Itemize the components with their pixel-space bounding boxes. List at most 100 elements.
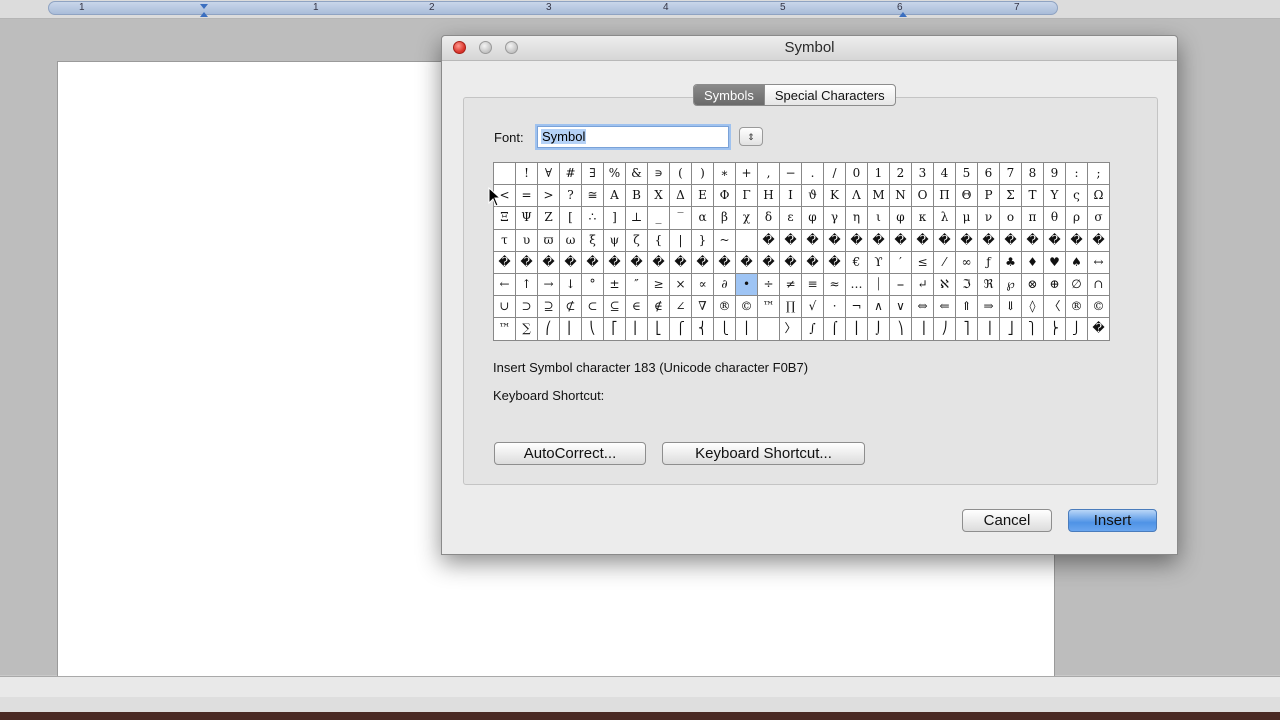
symbol-cell[interactable]: ⊇ [538, 296, 560, 319]
symbol-cell[interactable]: ! [516, 163, 538, 186]
insert-button[interactable]: Insert [1068, 509, 1157, 532]
symbol-cell[interactable]: | [670, 229, 692, 252]
symbol-cell[interactable]: � [846, 229, 868, 252]
symbol-cell[interactable]: Ψ [516, 207, 538, 230]
symbol-cell[interactable]: � [802, 251, 824, 274]
symbol-cell[interactable]: , [758, 163, 780, 186]
symbol-cell[interactable]: ∍ [648, 163, 670, 186]
symbol-cell[interactable]: � [758, 229, 780, 252]
symbol-cell[interactable]: ι [868, 207, 890, 230]
symbol-cell[interactable]: φ [802, 207, 824, 230]
symbol-cell[interactable]: ⎜ [560, 318, 582, 341]
symbol-cell[interactable]: ⋅ [824, 296, 846, 319]
symbol-cell[interactable]: . [802, 163, 824, 186]
symbol-cell[interactable]: � [1066, 229, 1088, 252]
symbol-cell[interactable]: ® [1066, 296, 1088, 319]
symbol-cell[interactable]: ϒ [868, 251, 890, 274]
symbol-cell[interactable]: χ [736, 207, 758, 230]
symbol-cell[interactable]: � [604, 251, 626, 274]
symbol-cell[interactable]: � [824, 251, 846, 274]
symbol-cell[interactable]: ; [1088, 163, 1110, 186]
symbol-cell[interactable]: ℜ [978, 273, 1000, 297]
symbol-cell[interactable]: ⎡ [604, 318, 626, 341]
symbol-cell[interactable]: δ [758, 207, 780, 230]
symbol-cell[interactable]: × [670, 273, 692, 297]
symbol-cell[interactable]: ⎦ [1000, 318, 1022, 341]
symbol-cell[interactable]: � [780, 229, 802, 252]
symbol-cell[interactable]: ∀ [538, 163, 560, 186]
symbol-cell[interactable]: _ [648, 207, 670, 230]
symbol-cell[interactable]: ↔ [1088, 251, 1110, 274]
symbol-cell[interactable]: ← [494, 273, 516, 297]
symbol-cell[interactable]: ∗ [714, 163, 736, 186]
symbol-cell[interactable]: ϖ [538, 229, 560, 252]
symbol-cell[interactable]: ⎬ [1044, 318, 1066, 341]
symbol-cell[interactable]: ⊃ [516, 296, 538, 319]
symbol-cell[interactable]: ♠ [1066, 251, 1088, 274]
symbol-cell[interactable]: � [1022, 229, 1044, 252]
symbol-cell[interactable]: ≈ [824, 273, 846, 297]
symbol-cell[interactable]: ⏐ [868, 273, 890, 297]
symbol-cell[interactable]: 0 [846, 163, 868, 186]
symbol-cell[interactable]: ⇐ [934, 296, 956, 319]
symbol-cell[interactable]: Β [626, 185, 648, 208]
symbol-cell[interactable]: Υ [1044, 185, 1066, 208]
symbol-cell[interactable]: � [934, 229, 956, 252]
symbol-cell[interactable]: ∨ [890, 296, 912, 319]
autocorrect-button[interactable]: AutoCorrect... [494, 442, 646, 465]
symbol-cell[interactable]: ∴ [582, 207, 604, 230]
symbol-cell[interactable]: ℵ [934, 273, 956, 297]
symbol-cell[interactable]: ψ [604, 229, 626, 252]
symbol-cell[interactable]: © [1088, 296, 1110, 319]
symbol-cell[interactable]: ∪ [494, 296, 516, 319]
symbol-cell[interactable]: Ω [1088, 185, 1110, 208]
symbol-cell[interactable]: Ν [890, 185, 912, 208]
symbol-cell[interactable]: 〈 [1044, 296, 1066, 319]
symbol-cell[interactable]: Φ [714, 185, 736, 208]
symbol-cell[interactable]: ♦ [1022, 251, 1044, 274]
symbol-cell[interactable]: � [868, 229, 890, 252]
symbol-cell[interactable]: ⇓ [1000, 296, 1022, 319]
symbol-cell[interactable]: ∉ [648, 296, 670, 319]
symbol-cell[interactable]: ≅ [582, 185, 604, 208]
symbol-cell[interactable]: � [626, 251, 648, 274]
symbol-cell[interactable]: 5 [956, 163, 978, 186]
symbol-cell[interactable]: ℘ [1000, 273, 1022, 297]
symbol-cell[interactable]: ⊆ [604, 296, 626, 319]
symbol-cell[interactable]: � [780, 251, 802, 274]
symbol-cell[interactable]: � [538, 251, 560, 274]
symbol-cell[interactable]: ° [582, 273, 604, 297]
symbol-cell[interactable]: ¬ [846, 296, 868, 319]
symbol-cell[interactable]: Δ [670, 185, 692, 208]
symbol-cell[interactable]: ♣ [1000, 251, 1022, 274]
symbol-cell[interactable]: Σ [1000, 185, 1022, 208]
symbol-cell[interactable]: → [538, 273, 560, 297]
symbol-cell[interactable]: ξ [582, 229, 604, 252]
symbol-cell[interactable]: � [912, 229, 934, 252]
symbol-cell[interactable]: ⎛ [538, 318, 560, 341]
dialog-titlebar[interactable]: Symbol [442, 36, 1177, 61]
symbol-cell[interactable]: φ [890, 207, 912, 230]
symbol-cell[interactable]: α [692, 207, 714, 230]
symbol-cell[interactable]: � [1088, 318, 1110, 341]
symbol-cell[interactable]: ⎢ [626, 318, 648, 341]
symbol-cell[interactable]: 〉 [780, 318, 802, 341]
symbol-cell[interactable]: 9 [1044, 163, 1066, 186]
symbol-cell[interactable]: ‾ [670, 207, 692, 230]
symbol-cell[interactable]: ⎨ [692, 318, 714, 341]
symbol-cell[interactable]: � [802, 229, 824, 252]
symbol-cell[interactable]: Ρ [978, 185, 1000, 208]
symbol-cell[interactable]: ′ [890, 251, 912, 274]
symbol-cell[interactable]: ⎩ [714, 318, 736, 341]
symbol-cell[interactable]: ] [604, 207, 626, 230]
font-stepper-icon[interactable]: ⇕ [739, 127, 763, 146]
symbol-cell[interactable]: ⎭ [1066, 318, 1088, 341]
symbol-cell[interactable]: ⎯ [890, 273, 912, 297]
symbol-cell[interactable]: Λ [846, 185, 868, 208]
symbol-cell[interactable]: 4 [934, 163, 956, 186]
symbol-cell[interactable]: ≡ [802, 273, 824, 297]
symbol-cell[interactable]: � [824, 229, 846, 252]
symbol-cell[interactable]: 2 [890, 163, 912, 186]
symbol-cell[interactable]: ν [978, 207, 1000, 230]
symbol-cell[interactable]: Ξ [494, 207, 516, 230]
